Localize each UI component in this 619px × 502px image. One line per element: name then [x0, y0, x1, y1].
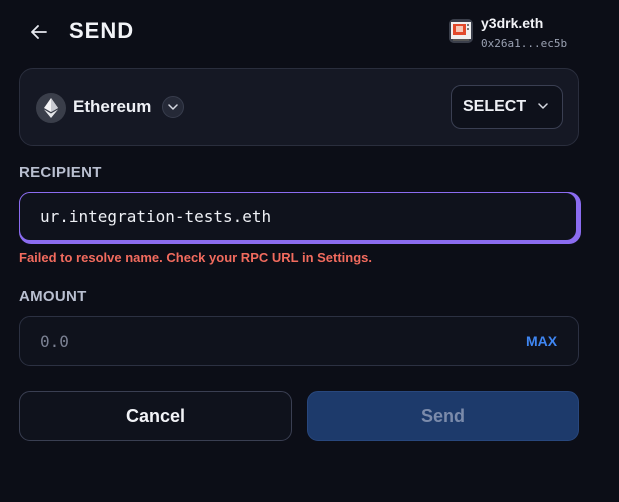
- page-title: SEND: [69, 18, 135, 43]
- token-select-label: SELECT: [463, 98, 527, 115]
- recipient-label: RECIPIENT: [19, 164, 102, 181]
- cancel-button[interactable]: Cancel: [19, 391, 292, 441]
- recipient-error-message: Failed to resolve name. Check your RPC U…: [19, 250, 373, 265]
- send-button[interactable]: Send: [307, 391, 579, 441]
- account-address: 0x26a1...ec5b: [481, 37, 568, 50]
- token-select-button[interactable]: SELECT: [451, 85, 563, 129]
- chevron-down-icon: [538, 103, 548, 109]
- chevron-down-icon: [168, 104, 178, 110]
- max-button[interactable]: MAX: [526, 333, 557, 349]
- account-badge[interactable]: y3drk.eth 0x26a1...ec5b: [449, 14, 609, 54]
- header: SEND y3drk.eth 0x26a1...ec5b: [0, 0, 619, 64]
- send-page: SEND y3drk.eth 0x26a1...ec5b Ethereum SE…: [0, 0, 619, 502]
- amount-field: MAX: [19, 316, 579, 366]
- account-name: y3drk.eth: [481, 15, 544, 31]
- amount-label: AMOUNT: [19, 288, 87, 305]
- network-card: Ethereum SELECT: [19, 68, 579, 146]
- recipient-input[interactable]: [19, 192, 577, 241]
- amount-input[interactable]: [20, 317, 510, 365]
- back-button[interactable]: [24, 20, 54, 44]
- network-name: Ethereum: [73, 97, 152, 116]
- recipient-field-wrapper: [19, 192, 581, 244]
- ethereum-icon: [36, 93, 66, 123]
- account-avatar-icon: [449, 19, 473, 43]
- arrow-left-icon: [31, 25, 47, 39]
- network-dropdown-button[interactable]: [162, 96, 184, 118]
